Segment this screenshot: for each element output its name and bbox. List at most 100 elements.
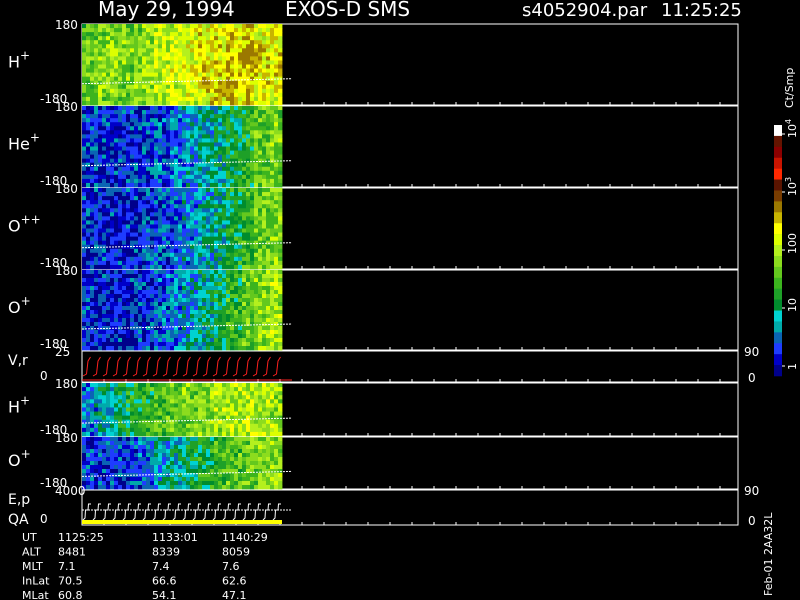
heatmap-cell [162,256,167,262]
heatmap-cell [118,310,123,315]
heatmap-cell [274,407,279,412]
heatmap-cell [126,270,131,275]
heatmap-cell [222,346,227,351]
heatmap-cell [98,419,103,425]
heatmap-cell [122,415,127,421]
heatmap-cell [270,162,275,168]
heatmap-cell [166,423,171,429]
heatmap-cell [150,270,155,275]
heatmap-cell [146,240,151,246]
heatmap-cell [82,334,87,339]
heatmap-cell [246,80,251,86]
heatmap-cell [150,100,155,106]
heatmap-cell [118,56,123,61]
heatmap-cell [114,395,119,400]
heatmap-cell [138,282,143,287]
heatmap-cell [118,403,123,408]
heatmap-cell [106,200,111,205]
heatmap-cell [142,200,147,205]
heatmap-cell [266,224,271,229]
heatmap-cell [102,423,107,429]
heatmap-cell [230,314,235,319]
heatmap-cell [102,72,107,78]
heatmap-cell [82,322,87,327]
heatmap-cell [98,72,103,78]
heatmap-cell [102,150,107,155]
heatmap-cell [174,212,179,217]
heatmap-cell [142,330,147,335]
heatmap-cell [130,32,135,37]
heatmap-cell [86,419,91,425]
heatmap-cell [190,346,195,351]
heatmap-cell [158,188,163,193]
heatmap-cell [118,391,123,396]
heatmap-cell [118,158,123,164]
heatmap-cell [170,395,175,400]
heatmap-cell [198,92,203,98]
heatmap-cell [166,278,171,283]
heatmap-cell [178,216,183,221]
heatmap-cell [110,427,115,433]
heatmap-cell [158,338,163,343]
heatmap-cell [126,290,131,295]
heatmap-cell [274,338,279,343]
heatmap-cell [242,100,247,106]
heatmap-cell [202,106,207,111]
heatmap-cell [90,216,95,221]
heatmap-cell [242,314,247,319]
heatmap-cell [234,36,239,41]
heatmap-cell [190,342,195,347]
heatmap-cell [258,142,263,147]
heatmap-cell [266,415,271,421]
heatmap-cell [170,411,175,417]
heatmap-cell [222,56,227,61]
heatmap-cell [150,166,155,172]
heatmap-cell [146,415,151,421]
heatmap-cell [90,449,95,454]
heatmap-cell [266,407,271,412]
heatmap-cell [170,142,175,147]
heatmap-cell [166,126,171,131]
heatmap-cell [178,228,183,233]
heatmap-cell [98,306,103,311]
heatmap-cell [98,383,103,388]
heatmap-cell [210,72,215,78]
heatmap-cell [278,166,283,172]
heatmap-cell [234,387,239,392]
heatmap-cell [94,477,99,482]
heatmap-cell [242,216,247,221]
heatmap-cell [226,330,231,335]
heatmap-cell [270,326,275,331]
heatmap-cell [106,146,111,151]
heatmap-cell [162,427,167,433]
heatmap-cell [170,216,175,221]
heatmap-cell [150,188,155,193]
heatmap-cell [98,228,103,233]
heatmap-cell [238,387,243,392]
heatmap-cell [154,212,159,217]
heatmap-cell [158,200,163,205]
heatmap-cell [174,88,179,94]
heatmap-cell [86,346,91,351]
heatmap-cell [226,84,231,90]
heatmap-cell [226,44,231,49]
heatmap-cell [150,282,155,287]
heatmap-cell [270,118,275,123]
heatmap-cell [110,134,115,139]
heatmap-cell [118,52,123,57]
heatmap-cell [266,130,271,135]
heatmap-cell [234,60,239,65]
heatmap-cell [118,72,123,78]
heatmap-cell [214,314,219,319]
heatmap-cell [258,387,263,392]
heatmap-cell [130,166,135,172]
heatmap-cell [158,114,163,119]
heatmap-cell [226,188,231,193]
heatmap-cell [110,407,115,412]
heatmap-cell [174,270,179,275]
heatmap-cell [262,286,267,291]
heatmap-cell [150,24,155,29]
heatmap-cell [102,220,107,225]
heatmap-cell [86,391,91,396]
heatmap-cell [182,216,187,221]
